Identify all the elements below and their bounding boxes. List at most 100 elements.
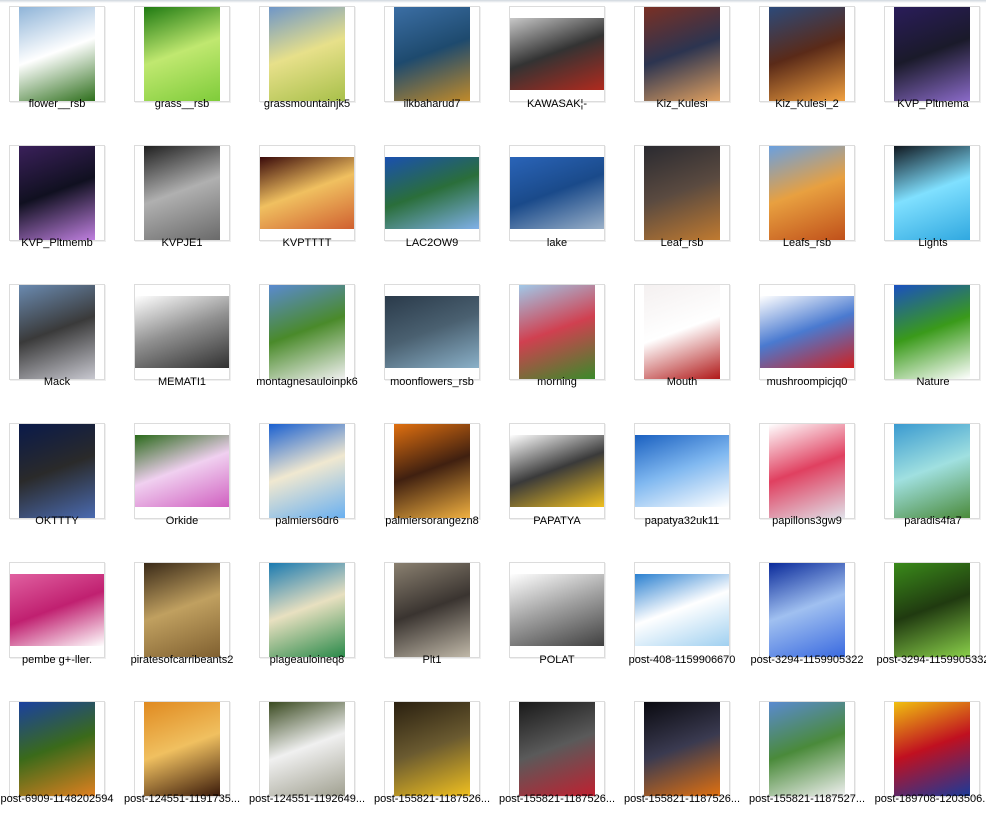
thumbnail-frame[interactable]: [509, 423, 605, 519]
thumbnail-item[interactable]: PAPATYA: [500, 419, 624, 558]
thumbnail-item[interactable]: post-155821-1187527...: [749, 697, 874, 836]
thumbnail-frame[interactable]: [509, 701, 605, 797]
thumbnail-frame[interactable]: [884, 423, 980, 519]
thumbnail-item[interactable]: post-3294-1159905322: [750, 558, 874, 697]
thumbnail-item[interactable]: palmiersorangezn8: [375, 419, 499, 558]
thumbnail-item[interactable]: moonflowers_rsb: [375, 280, 499, 419]
thumbnail-item[interactable]: morning: [500, 280, 624, 419]
thumbnail-frame[interactable]: [384, 145, 480, 241]
thumbnail-item[interactable]: flower__rsb: [0, 2, 124, 141]
thumbnail-frame[interactable]: [9, 145, 105, 241]
thumbnail-frame[interactable]: [509, 145, 605, 241]
thumbnail-item[interactable]: post-124551-1191735...: [124, 697, 249, 836]
thumbnail-frame[interactable]: [759, 145, 855, 241]
thumbnail-frame[interactable]: [9, 6, 105, 102]
thumbnail-item[interactable]: palmiers6dr6: [250, 419, 374, 558]
thumbnail-frame[interactable]: [884, 6, 980, 102]
thumbnail-frame[interactable]: [634, 284, 730, 380]
thumbnail-frame[interactable]: [259, 284, 355, 380]
thumbnail-item[interactable]: Lights: [875, 141, 986, 280]
thumbnail-frame[interactable]: [634, 145, 730, 241]
thumbnail-frame[interactable]: [634, 701, 730, 797]
thumbnail-frame[interactable]: [259, 562, 355, 658]
thumbnail-item[interactable]: Plt1: [375, 558, 499, 697]
thumbnail-frame[interactable]: [634, 6, 730, 102]
thumbnail-item[interactable]: KAWASAK¦-: [500, 2, 624, 141]
thumbnail-item[interactable]: montagnesauloinpk6: [250, 280, 374, 419]
thumbnail-frame[interactable]: [134, 423, 230, 519]
thumbnail-frame[interactable]: [509, 284, 605, 380]
thumbnail-frame[interactable]: [134, 284, 230, 380]
thumbnail-frame[interactable]: [509, 6, 605, 102]
thumbnail-label: Mouth: [666, 376, 698, 388]
thumbnail-item[interactable]: post-124551-1192649...: [249, 697, 374, 836]
thumbnail-frame[interactable]: [9, 562, 105, 658]
thumbnail-item[interactable]: papillons3gw9: [750, 419, 874, 558]
thumbnail-item[interactable]: Nature: [875, 280, 986, 419]
thumbnail-frame[interactable]: [9, 701, 105, 797]
thumbnail-item[interactable]: post-3294-1159905332: [875, 558, 986, 697]
thumbnail-item[interactable]: papatya32uk11: [625, 419, 749, 558]
thumbnail-frame[interactable]: [759, 423, 855, 519]
thumbnail-frame[interactable]: [9, 423, 105, 519]
thumbnail-label: Plt1: [422, 654, 442, 666]
thumbnail-item[interactable]: KVPTTTT: [250, 141, 374, 280]
thumbnail-item[interactable]: pembe g+-ller.: [0, 558, 124, 697]
thumbnail-item[interactable]: ilkbaharud7: [375, 2, 499, 141]
thumbnail-frame[interactable]: [384, 423, 480, 519]
thumbnail-frame[interactable]: [759, 284, 855, 380]
thumbnail-item[interactable]: Mack: [0, 280, 124, 419]
thumbnail-frame[interactable]: [134, 701, 230, 797]
thumbnail-frame[interactable]: [634, 562, 730, 658]
thumbnail-item[interactable]: post-155821-1187526...: [624, 697, 749, 836]
thumbnail-frame[interactable]: [759, 701, 855, 797]
thumbnail-item[interactable]: Kiz_Kulesi: [625, 2, 749, 141]
thumbnail-item[interactable]: post-155821-1187526...: [499, 697, 624, 836]
thumbnail-frame[interactable]: [884, 701, 980, 797]
thumbnail-item[interactable]: plageauloineq8: [250, 558, 374, 697]
thumbnail-frame[interactable]: [9, 284, 105, 380]
thumbnail-frame[interactable]: [134, 6, 230, 102]
thumbnail-frame[interactable]: [134, 145, 230, 241]
thumbnail-frame[interactable]: [384, 6, 480, 102]
thumbnail-label: post-408-1159906670: [628, 654, 736, 666]
thumbnail-frame[interactable]: [384, 701, 480, 797]
thumbnail-item[interactable]: post-408-1159906670: [625, 558, 749, 697]
thumbnail-frame[interactable]: [759, 562, 855, 658]
thumbnail-item[interactable]: KVP_Pltmema: [875, 2, 986, 141]
thumbnail-item[interactable]: grass__rsb: [125, 2, 249, 141]
thumbnail-item[interactable]: grassmountainjk5: [250, 2, 374, 141]
thumbnail-frame[interactable]: [884, 562, 980, 658]
thumbnail-frame[interactable]: [384, 284, 480, 380]
thumbnail-item[interactable]: post-189708-1203506...: [875, 697, 986, 836]
thumbnail-item[interactable]: piratesofcarribeants2: [125, 558, 249, 697]
thumbnail-item[interactable]: lake: [500, 141, 624, 280]
thumbnail-item[interactable]: paradis4fa7: [875, 419, 986, 558]
thumbnail-frame[interactable]: [884, 145, 980, 241]
thumbnail-frame[interactable]: [259, 145, 355, 241]
thumbnail-frame[interactable]: [259, 6, 355, 102]
thumbnail-item[interactable]: KVPJE1: [125, 141, 249, 280]
thumbnail-item[interactable]: post-6909-1148202594: [0, 697, 124, 836]
thumbnail-frame[interactable]: [259, 701, 355, 797]
thumbnail-frame[interactable]: [884, 284, 980, 380]
thumbnail-frame[interactable]: [384, 562, 480, 658]
thumbnail-frame[interactable]: [134, 562, 230, 658]
thumbnail-frame[interactable]: [259, 423, 355, 519]
thumbnail-item[interactable]: Kiz_Kulesi_2: [750, 2, 874, 141]
thumbnail-item[interactable]: Mouth: [625, 280, 749, 419]
thumbnail-item[interactable]: post-155821-1187526...: [374, 697, 499, 836]
thumbnail-image: [269, 7, 345, 101]
thumbnail-item[interactable]: Leafs_rsb: [750, 141, 874, 280]
thumbnail-frame[interactable]: [509, 562, 605, 658]
thumbnail-item[interactable]: OKTTTY: [0, 419, 124, 558]
thumbnail-item[interactable]: MEMATI1: [125, 280, 249, 419]
thumbnail-item[interactable]: Orkide: [125, 419, 249, 558]
thumbnail-frame[interactable]: [759, 6, 855, 102]
thumbnail-item[interactable]: Leaf_rsb: [625, 141, 749, 280]
thumbnail-item[interactable]: POLAT: [500, 558, 624, 697]
thumbnail-item[interactable]: KVP_Pltmemb: [0, 141, 124, 280]
thumbnail-item[interactable]: mushroompicjq0: [750, 280, 874, 419]
thumbnail-item[interactable]: LAC2OW9: [375, 141, 499, 280]
thumbnail-frame[interactable]: [634, 423, 730, 519]
